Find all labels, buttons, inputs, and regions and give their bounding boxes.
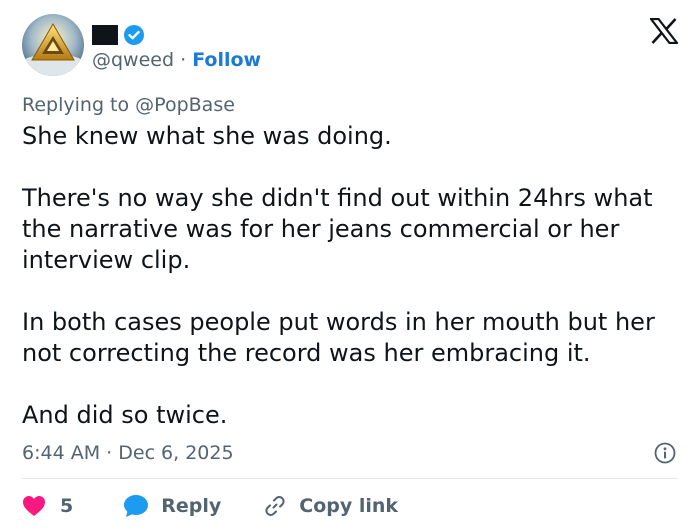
reply-label: Reply <box>161 495 222 517</box>
handle-row: @qweed · Follow <box>92 49 261 71</box>
info-icon[interactable] <box>654 442 676 464</box>
action-bar: 5 Reply Copy link <box>22 490 398 522</box>
tweet-paragraph: There's no way she didn't find out withi… <box>22 184 653 274</box>
handle-separator: · <box>180 49 187 71</box>
redacted-display-name[interactable] <box>92 25 118 45</box>
x-logo-icon[interactable] <box>650 18 678 44</box>
reply-mention-link[interactable]: @PopBase <box>135 94 235 116</box>
heart-icon <box>22 495 46 517</box>
tweet-time: 6:44 AM <box>22 442 101 464</box>
reply-button[interactable]: Reply <box>111 494 221 518</box>
copy-link-button[interactable]: Copy link <box>251 494 398 518</box>
author-name-row <box>92 24 145 46</box>
avatar[interactable] <box>22 14 84 76</box>
tweet-paragraph: In both cases people put words in her mo… <box>22 308 655 367</box>
copy-link-label: Copy link <box>299 495 399 517</box>
tweet-date: Dec 6, 2025 <box>118 442 234 464</box>
timestamp-separator: · <box>106 442 113 464</box>
link-icon <box>263 494 287 518</box>
like-button[interactable]: 5 <box>22 495 73 517</box>
tweet-paragraph: She knew what she was doing. <box>22 122 392 150</box>
speech-bubble-icon <box>123 494 149 518</box>
follow-button[interactable]: Follow <box>192 49 261 71</box>
verified-badge-icon <box>123 24 145 46</box>
author-handle[interactable]: @qweed <box>92 49 174 71</box>
reply-context: Replying to @PopBase <box>22 94 235 116</box>
like-count: 5 <box>60 495 74 517</box>
tweet-text: She knew what she was doing. There's no … <box>22 121 690 431</box>
tweet-timestamp[interactable]: 6:44 AM · Dec 6, 2025 <box>22 442 234 464</box>
divider <box>22 478 678 479</box>
golden-pyramid-avatar <box>22 14 84 76</box>
reply-context-prefix: Replying to <box>22 94 130 116</box>
tweet-paragraph: And did so twice. <box>22 401 228 429</box>
